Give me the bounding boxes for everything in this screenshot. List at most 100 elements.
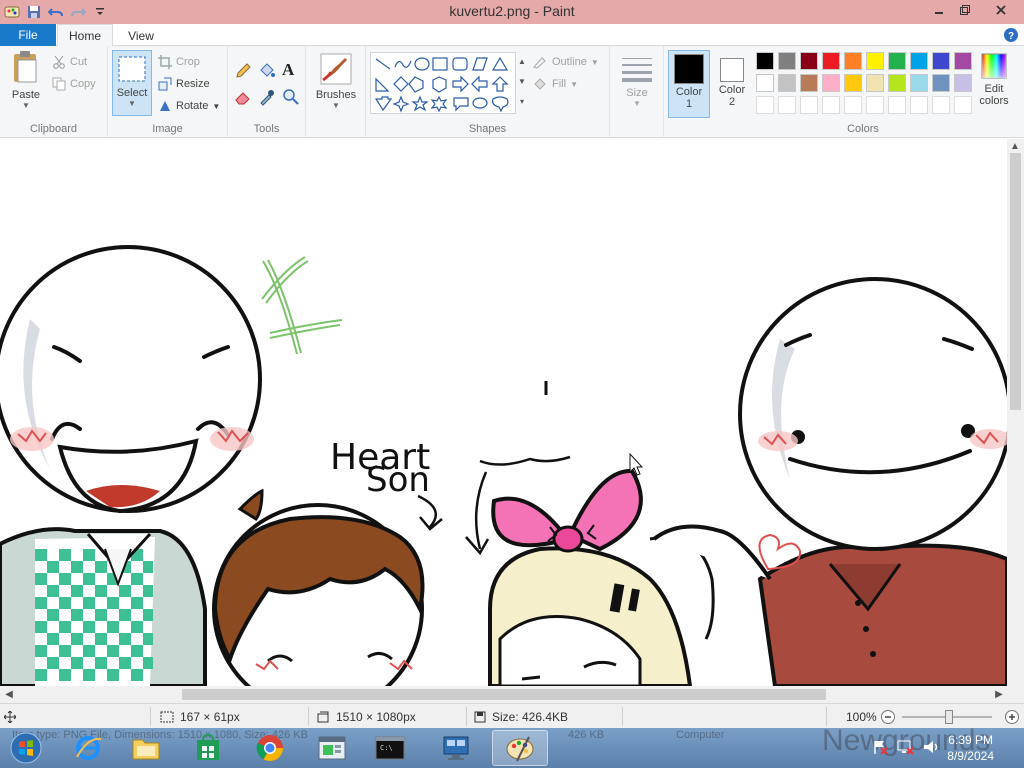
fill-bucket-icon[interactable] xyxy=(258,62,276,83)
close-button[interactable] xyxy=(978,0,1024,20)
tab-home[interactable]: Home xyxy=(57,24,113,47)
eraser-icon[interactable] xyxy=(234,88,252,109)
help-icon[interactable]: ? xyxy=(1002,26,1020,44)
rotate-button[interactable]: Rotate ▼ xyxy=(158,96,220,116)
internet-explorer-button[interactable] xyxy=(60,730,116,766)
edit-colors-button[interactable]: Edit colors xyxy=(974,52,1014,107)
palette-swatch[interactable] xyxy=(844,74,862,92)
size-dropdown-icon[interactable]: ▼ xyxy=(618,99,656,108)
paint-app-icon[interactable] xyxy=(2,2,22,22)
palette-empty-slot[interactable] xyxy=(932,96,950,114)
tab-file[interactable]: File xyxy=(0,24,56,46)
file-explorer-button[interactable] xyxy=(118,730,174,766)
shapes-icons[interactable] xyxy=(371,53,517,115)
color1-button[interactable]: Color 1 xyxy=(668,50,710,118)
horizontal-scroll-thumb[interactable] xyxy=(182,689,826,700)
cut-button[interactable]: Cut xyxy=(52,52,87,72)
paste-button[interactable]: Paste ▼ xyxy=(6,50,46,110)
rotate-dropdown-icon[interactable]: ▼ xyxy=(212,102,220,111)
resize-button[interactable]: Resize xyxy=(158,74,210,94)
horizontal-scrollbar[interactable]: ◀ ▶ xyxy=(0,686,1024,703)
restore-button[interactable] xyxy=(952,0,978,20)
palette-swatch[interactable] xyxy=(910,52,928,70)
palette-empty-slot[interactable] xyxy=(844,96,862,114)
select-dropdown-icon[interactable]: ▼ xyxy=(113,99,151,108)
copy-button[interactable]: Copy xyxy=(52,74,96,94)
colors-group-label: Colors xyxy=(847,123,879,135)
app-window-button[interactable] xyxy=(304,730,360,766)
redo-icon[interactable] xyxy=(68,2,88,22)
chrome-button[interactable] xyxy=(242,730,298,766)
vertical-scrollbar[interactable]: ▲ xyxy=(1007,139,1024,686)
size-button[interactable]: Size ▼ xyxy=(618,54,656,108)
palette-swatch[interactable] xyxy=(800,74,818,92)
palette-swatch[interactable] xyxy=(954,74,972,92)
scroll-up-icon[interactable]: ▲ xyxy=(1008,139,1022,153)
palette-swatch[interactable] xyxy=(800,52,818,70)
start-button[interactable] xyxy=(2,730,50,766)
color1-number: 1 xyxy=(685,98,693,110)
tab-view[interactable]: View xyxy=(116,24,166,47)
magnifier-icon[interactable] xyxy=(282,88,300,109)
brushes-dropdown-icon[interactable]: ▼ xyxy=(312,101,360,110)
volume-icon[interactable] xyxy=(922,739,940,758)
remote-desktop-button[interactable] xyxy=(428,730,484,766)
scroll-left-icon[interactable]: ◀ xyxy=(2,687,16,701)
palette-empty-slot[interactable] xyxy=(756,96,774,114)
fill-button[interactable]: Fill ▼ xyxy=(532,74,578,94)
store-button[interactable] xyxy=(180,730,236,766)
brushes-button[interactable]: Brushes ▼ xyxy=(312,52,360,110)
palette-swatch[interactable] xyxy=(822,74,840,92)
palette-swatch[interactable] xyxy=(910,74,928,92)
outline-button[interactable]: Outline ▼ xyxy=(532,52,599,72)
image-group-label: Image xyxy=(152,123,183,135)
palette-empty-slot[interactable] xyxy=(910,96,928,114)
color-picker-icon[interactable] xyxy=(258,88,276,109)
palette-swatch[interactable] xyxy=(756,52,774,70)
paste-dropdown-icon[interactable]: ▼ xyxy=(6,101,46,110)
paint-taskbar-button[interactable] xyxy=(492,730,548,766)
canvas-area[interactable]: Heart Son xyxy=(0,139,1007,686)
outline-dropdown-icon[interactable]: ▼ xyxy=(591,58,599,67)
minimize-button[interactable] xyxy=(926,0,952,20)
zoom-slider-thumb[interactable] xyxy=(945,710,953,724)
color2-button[interactable]: Color 2 xyxy=(712,50,752,118)
save-icon[interactable] xyxy=(24,2,44,22)
palette-swatch[interactable] xyxy=(888,74,906,92)
palette-empty-slot[interactable] xyxy=(822,96,840,114)
palette-empty-slot[interactable] xyxy=(954,96,972,114)
zoom-in-button[interactable] xyxy=(1004,704,1020,729)
flag-icon[interactable] xyxy=(872,739,888,758)
text-icon[interactable]: A xyxy=(282,60,294,80)
system-clock[interactable]: 6:39 PM 8/9/2024 xyxy=(947,732,994,764)
command-prompt-button[interactable]: C:\ xyxy=(362,730,418,766)
palette-swatch[interactable] xyxy=(756,74,774,92)
palette-swatch[interactable] xyxy=(932,74,950,92)
drawing-canvas[interactable]: Heart Son xyxy=(0,139,1007,686)
image-dimensions-icon xyxy=(317,711,329,722)
palette-swatch[interactable] xyxy=(888,52,906,70)
palette-swatch[interactable] xyxy=(932,52,950,70)
palette-empty-slot[interactable] xyxy=(888,96,906,114)
network-icon[interactable] xyxy=(896,739,914,758)
vertical-scroll-thumb[interactable] xyxy=(1010,153,1021,410)
select-button[interactable]: Select ▼ xyxy=(112,50,152,116)
palette-swatch[interactable] xyxy=(844,52,862,70)
customize-qat-icon[interactable] xyxy=(90,2,110,22)
palette-swatch[interactable] xyxy=(954,52,972,70)
palette-swatch[interactable] xyxy=(778,74,796,92)
palette-empty-slot[interactable] xyxy=(778,96,796,114)
palette-swatch[interactable] xyxy=(822,52,840,70)
cursor-position xyxy=(4,704,16,729)
scroll-right-icon[interactable]: ▶ xyxy=(992,687,1006,701)
shapes-scroll[interactable]: ▲ ▼ ▾ xyxy=(516,52,528,114)
palette-empty-slot[interactable] xyxy=(800,96,818,114)
palette-swatch[interactable] xyxy=(866,74,884,92)
palette-swatch[interactable] xyxy=(778,52,796,70)
pencil-icon[interactable] xyxy=(234,62,252,83)
palette-swatch[interactable] xyxy=(866,52,884,70)
undo-icon[interactable] xyxy=(46,2,66,22)
palette-empty-slot[interactable] xyxy=(866,96,884,114)
fill-dropdown-icon[interactable]: ▼ xyxy=(570,80,578,89)
crop-button[interactable]: Crop xyxy=(158,52,200,72)
